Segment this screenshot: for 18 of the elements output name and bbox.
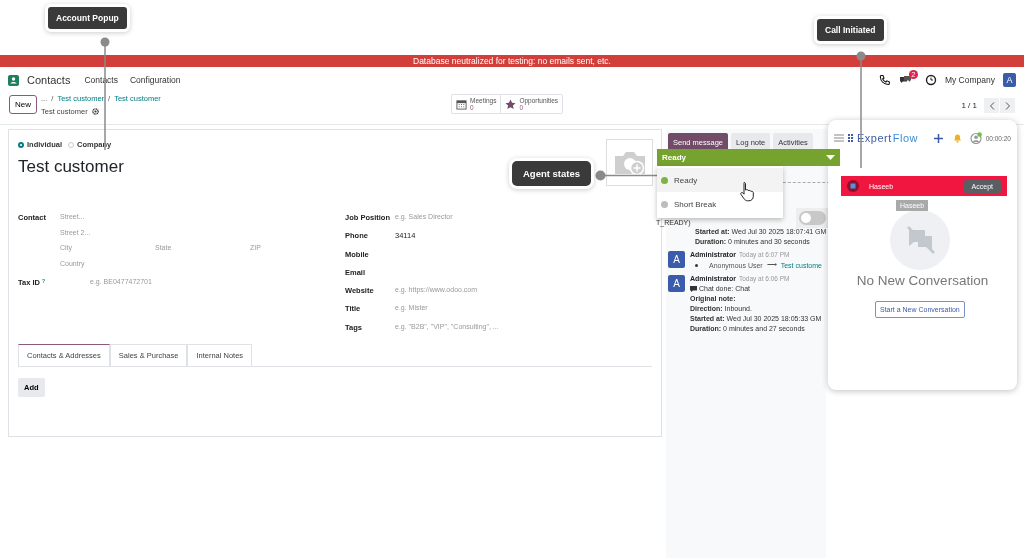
app-name[interactable]: Contacts [27,74,71,86]
brand-logo: ExpertFlow [848,132,919,144]
contact-name[interactable]: Test customer [18,157,124,177]
pager-value: 1 / 1 [961,101,977,110]
menu-item[interactable]: Configuration [129,75,181,85]
company-switcher[interactable]: My Company [944,75,995,85]
author-avatar: A [668,275,685,292]
menu-item[interactable]: Contacts [84,75,118,85]
callout-label: Agent states [512,161,591,186]
warning-banner: Database neutralized for testing: no emails sent, etc. [0,55,1024,67]
callout-label: Account Popup [48,7,127,29]
callout-label: Call Initiated [817,19,884,41]
state-option[interactable]: Short Break [657,192,783,216]
new-button[interactable]: New [9,95,37,114]
empty-state-title: No New Conversation [855,273,990,288]
author-avatar: A [668,251,685,268]
user-avatar[interactable]: A [1003,73,1016,87]
state-option[interactable]: Ready [657,168,783,192]
